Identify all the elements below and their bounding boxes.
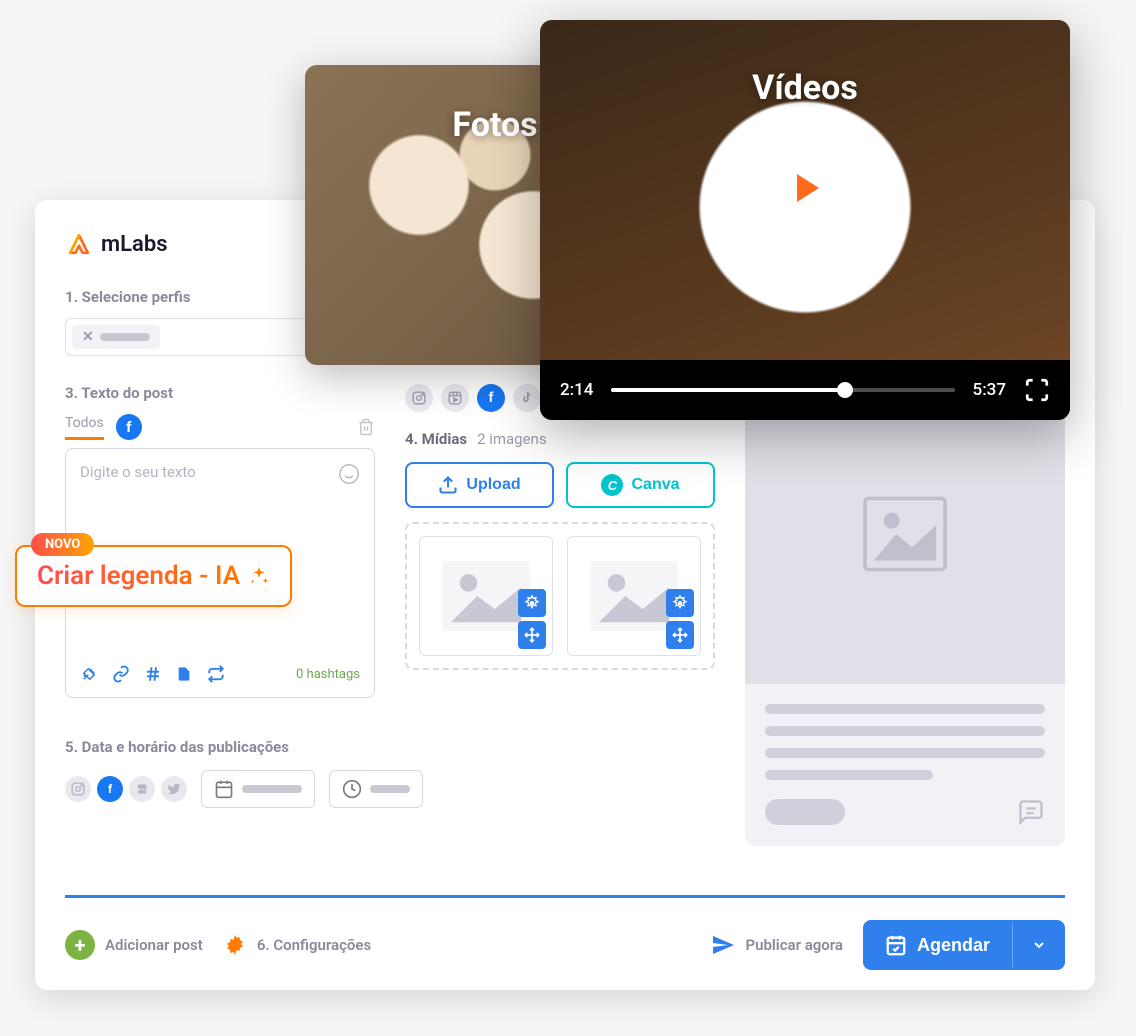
thumb-settings-icon[interactable] <box>518 589 546 617</box>
fullscreen-icon[interactable] <box>1024 377 1050 403</box>
emoji-picker-icon[interactable] <box>338 463 360 485</box>
add-post-button[interactable]: + Adicionar post <box>65 930 203 960</box>
sparkle-icon <box>248 565 270 587</box>
preview-text-line <box>765 748 1045 758</box>
schedule-dropdown-icon[interactable] <box>1012 923 1065 967</box>
step-3-title: 3. Texto do post <box>65 384 375 402</box>
preview-cta-placeholder <box>765 799 845 825</box>
thumb-settings-icon[interactable] <box>666 589 694 617</box>
preview-image-placeholder <box>745 384 1065 684</box>
mlabs-logo-icon <box>65 230 93 258</box>
step-5-title: 5. Data e horário das publicações <box>65 738 375 756</box>
time-placeholder <box>370 785 410 793</box>
thumb-move-icon[interactable] <box>666 621 694 649</box>
tab-all[interactable]: Todos <box>65 415 104 440</box>
photos-label: Fotos <box>452 105 537 145</box>
step-6-config[interactable]: 6. Configurações <box>223 933 371 957</box>
image-placeholder-icon <box>860 494 950 574</box>
ai-caption-text: Criar legenda - IA <box>37 561 240 591</box>
play-icon <box>797 174 819 202</box>
editor-placeholder: Digite o seu texto <box>80 463 196 485</box>
video-progress-fill <box>611 388 844 392</box>
shorten-link-icon[interactable] <box>80 665 98 683</box>
canva-label: Canva <box>631 476 679 494</box>
calendar-icon <box>214 779 234 799</box>
config-label: 6. Configurações <box>257 936 371 954</box>
gear-icon <box>223 933 247 957</box>
app-name: mLabs <box>101 232 168 257</box>
plus-icon: + <box>65 930 95 960</box>
document-icon[interactable] <box>176 665 192 683</box>
media-count: 2 imagens <box>477 430 547 448</box>
publish-now-label: Publicar agora <box>745 936 843 954</box>
composer-footer: + Adicionar post 6. Configurações Public… <box>65 895 1065 970</box>
network-tiktok-icon[interactable] <box>513 384 541 412</box>
upload-icon <box>438 475 458 495</box>
videos-label: Vídeos <box>752 68 858 108</box>
calendar-check-icon <box>885 934 907 956</box>
preview-text-line <box>765 704 1045 714</box>
preview-text-line <box>765 726 1045 736</box>
send-icon <box>711 933 735 957</box>
post-preview <box>745 384 1065 846</box>
new-badge: NOVO <box>31 533 94 556</box>
video-current-time: 2:14 <box>560 380 593 400</box>
comment-icon <box>1017 798 1045 826</box>
video-preview-card: Vídeos 2:14 5:37 <box>540 20 1070 420</box>
repost-icon[interactable] <box>206 665 226 683</box>
hashtag-count: 0 hashtags <box>296 667 360 682</box>
media-drop-zone[interactable] <box>405 522 715 670</box>
media-thumbnail[interactable] <box>419 536 553 656</box>
schedule-facebook-icon[interactable]: f <box>97 776 123 802</box>
schedule-instagram-icon[interactable] <box>65 776 91 802</box>
upload-button[interactable]: Upload <box>405 462 554 508</box>
media-thumbnail[interactable] <box>567 536 701 656</box>
video-total-time: 5:37 <box>973 380 1006 400</box>
schedule-twitter-icon[interactable] <box>161 776 187 802</box>
preview-text-line <box>765 770 933 780</box>
add-post-label: Adicionar post <box>105 936 203 954</box>
ai-caption-card[interactable]: NOVO Criar legenda - IA <box>15 545 292 607</box>
profile-chip[interactable]: ✕ <box>72 325 160 349</box>
network-facebook-icon[interactable]: f <box>477 384 505 412</box>
schedule-button[interactable]: Agendar <box>863 920 1065 970</box>
video-progress-handle[interactable] <box>837 382 853 398</box>
play-button[interactable] <box>766 149 844 227</box>
clock-icon <box>342 779 362 799</box>
schedule-label: Agendar <box>917 935 990 956</box>
network-instagram-reels-icon[interactable] <box>441 384 469 412</box>
tab-facebook[interactable]: f <box>116 414 142 440</box>
thumb-move-icon[interactable] <box>518 621 546 649</box>
step-4-title: 4. Mídias <box>405 430 467 448</box>
link-icon[interactable] <box>112 665 130 683</box>
chip-placeholder <box>100 333 150 341</box>
video-progress-track[interactable] <box>611 388 954 392</box>
canva-icon: C <box>601 474 623 496</box>
schedule-gmb-icon[interactable] <box>129 776 155 802</box>
delete-text-icon[interactable] <box>357 418 375 436</box>
upload-label: Upload <box>466 476 520 494</box>
video-controls: 2:14 5:37 <box>540 360 1070 420</box>
hashtag-icon[interactable] <box>144 665 162 683</box>
canva-button[interactable]: C Canva <box>566 462 715 508</box>
remove-chip-icon[interactable]: ✕ <box>82 329 94 345</box>
publish-now-button[interactable]: Publicar agora <box>711 933 843 957</box>
date-placeholder <box>242 785 302 793</box>
date-input[interactable] <box>201 770 315 808</box>
network-instagram-icon[interactable] <box>405 384 433 412</box>
